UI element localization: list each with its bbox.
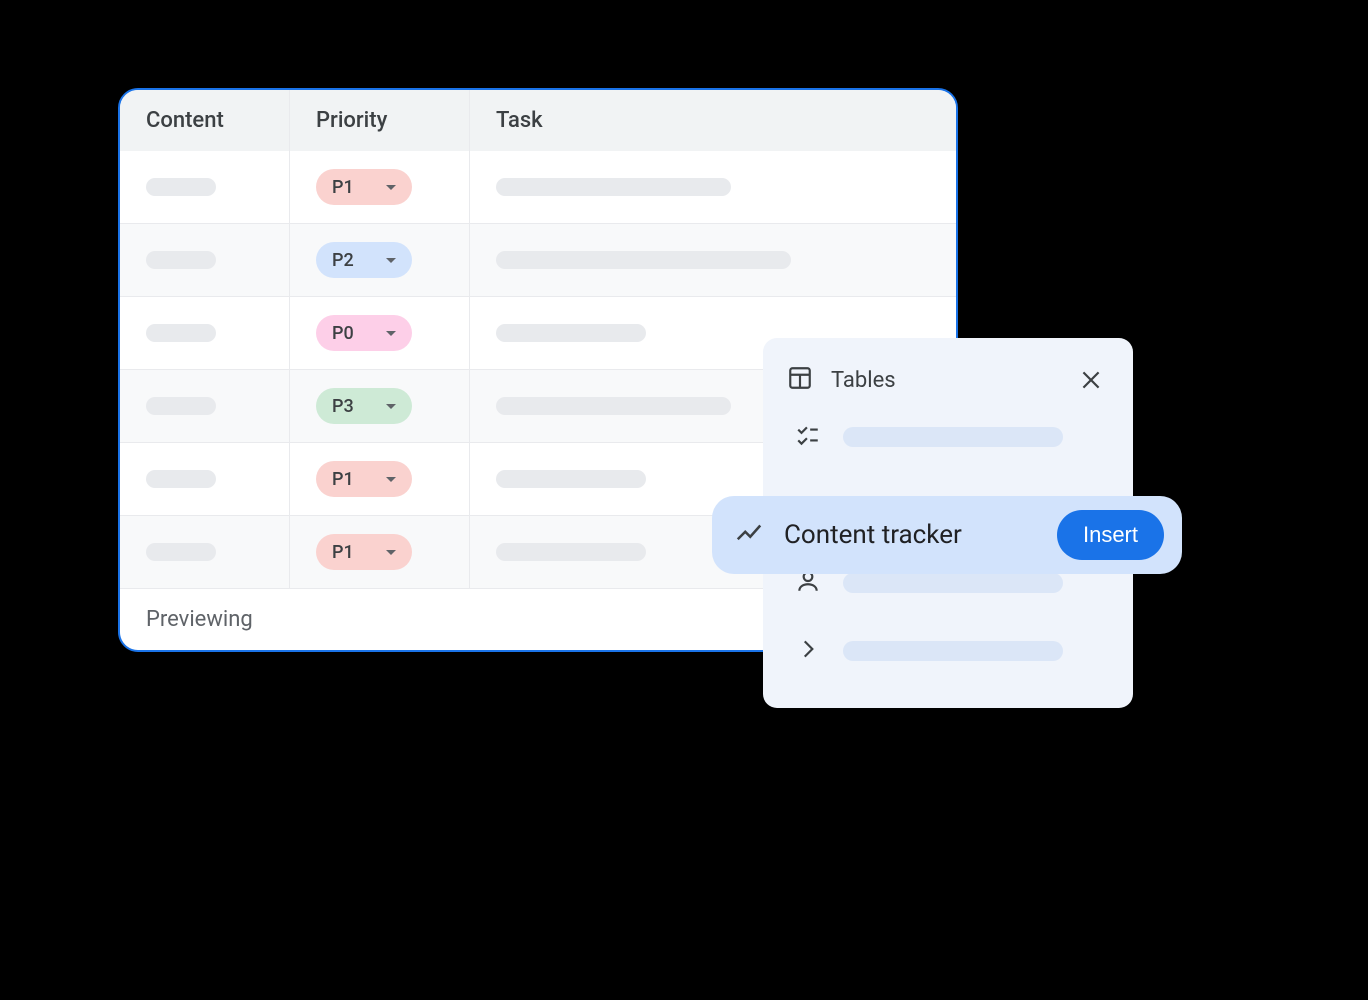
checklist-icon (795, 422, 821, 452)
priority-chip[interactable]: P2 (316, 242, 412, 278)
template-placeholder (843, 573, 1063, 593)
priority-chip[interactable]: P1 (316, 169, 412, 205)
col-header-content: Content (120, 90, 290, 151)
placeholder-bar (496, 470, 646, 488)
close-button[interactable] (1073, 362, 1109, 398)
priority-label: P0 (332, 323, 354, 344)
placeholder-bar (146, 470, 216, 488)
placeholder-bar (496, 324, 646, 342)
cell-task (470, 151, 956, 223)
col-header-priority: Priority (290, 90, 470, 151)
table-row: P1 (120, 151, 956, 223)
template-label: Content tracker (784, 520, 1037, 550)
cell-priority: P2 (290, 224, 470, 296)
priority-label: P3 (332, 396, 354, 417)
cell-priority: P3 (290, 370, 470, 442)
priority-label: P2 (332, 250, 354, 271)
priority-label: P1 (332, 469, 354, 490)
priority-label: P1 (332, 542, 354, 563)
priority-chip[interactable]: P1 (316, 461, 412, 497)
cell-priority: P1 (290, 151, 470, 223)
cell-content (120, 370, 290, 442)
cell-content (120, 297, 290, 369)
chevron-down-icon (386, 258, 396, 263)
template-item[interactable] (787, 408, 1109, 466)
placeholder-bar (146, 251, 216, 269)
placeholder-bar (496, 397, 731, 415)
tables-icon (787, 365, 813, 395)
priority-chip[interactable]: P1 (316, 534, 412, 570)
placeholder-bar (146, 543, 216, 561)
cell-content (120, 224, 290, 296)
cell-priority: P1 (290, 516, 470, 588)
cell-content (120, 443, 290, 515)
cell-content (120, 516, 290, 588)
table-row: P2 (120, 223, 956, 296)
placeholder-bar (496, 178, 731, 196)
priority-chip[interactable]: P0 (316, 315, 412, 351)
close-icon (1078, 367, 1104, 393)
placeholder-bar (496, 543, 646, 561)
chevron-down-icon (386, 550, 396, 555)
priority-chip[interactable]: P3 (316, 388, 412, 424)
template-placeholder (843, 641, 1063, 661)
template-content-tracker[interactable]: Content tracker Insert (712, 496, 1182, 574)
placeholder-bar (146, 397, 216, 415)
chevron-down-icon (386, 477, 396, 482)
insert-button[interactable]: Insert (1057, 510, 1164, 560)
chevron-down-icon (386, 404, 396, 409)
trend-icon (734, 518, 764, 552)
chevron-down-icon (386, 331, 396, 336)
col-header-task: Task (470, 90, 956, 151)
panel-title: Tables (831, 368, 1055, 393)
cell-content (120, 151, 290, 223)
chevron-down-icon (386, 185, 396, 190)
table-header-row: Content Priority Task (120, 90, 956, 151)
cell-priority: P1 (290, 443, 470, 515)
placeholder-bar (146, 324, 216, 342)
priority-label: P1 (332, 177, 354, 198)
template-placeholder (843, 427, 1063, 447)
cell-task (470, 224, 956, 296)
cell-priority: P0 (290, 297, 470, 369)
chevron-right-icon (795, 636, 821, 666)
placeholder-bar (146, 178, 216, 196)
placeholder-bar (496, 251, 791, 269)
template-item[interactable] (787, 622, 1109, 680)
